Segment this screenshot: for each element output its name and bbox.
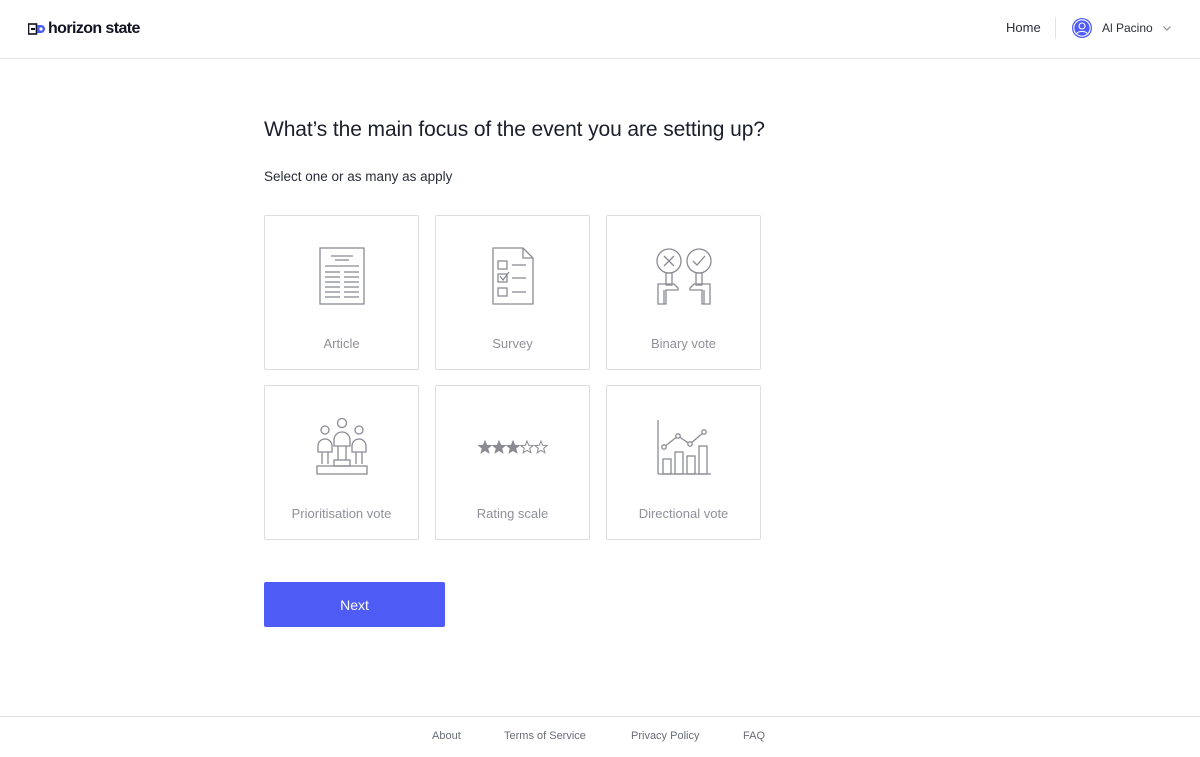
option-card-survey[interactable]: Survey — [435, 215, 590, 370]
option-label: Binary vote — [650, 336, 717, 351]
option-card-article[interactable]: Article — [264, 215, 419, 370]
footer-link-about[interactable]: About — [432, 730, 461, 742]
star-filled-icon — [505, 439, 520, 454]
next-button[interactable]: Next — [264, 582, 445, 627]
footer-link-faq[interactable]: FAQ — [743, 730, 765, 742]
option-label: Rating scale — [476, 506, 549, 521]
star-filled-icon — [477, 439, 492, 454]
star-empty-icon — [533, 439, 548, 454]
top-bar: horizon state Home Al Pacino — [0, 0, 1200, 59]
footer-link-privacy[interactable]: Privacy Policy — [631, 730, 699, 742]
horizon-state-logo-icon — [28, 23, 45, 35]
logo[interactable]: horizon state — [28, 19, 140, 39]
line-bar-chart-icon — [656, 420, 711, 475]
option-card-prioritisation-vote[interactable]: Prioritisation vote — [264, 385, 419, 540]
footer: About Terms of Service Privacy Policy FA… — [0, 716, 1200, 757]
option-label: Directional vote — [638, 506, 729, 521]
chevron-down-icon — [1162, 26, 1171, 31]
event-focus-section: What’s the main focus of the event you a… — [264, 118, 784, 184]
user-menu[interactable]: Al Pacino — [1072, 18, 1172, 38]
footer-link-terms[interactable]: Terms of Service — [504, 730, 586, 742]
option-label: Article — [323, 336, 360, 351]
option-label: Prioritisation vote — [291, 506, 392, 521]
logo-text: horizon state — [48, 20, 140, 37]
page-title: What’s the main focus of the event you a… — [264, 118, 765, 141]
user-name: Al Pacino — [1102, 21, 1153, 35]
binary-vote-icon — [655, 248, 712, 305]
option-card-rating-scale[interactable]: Rating scale — [435, 385, 590, 540]
nav-home-link[interactable]: Home — [1006, 20, 1041, 35]
article-icon — [318, 247, 365, 305]
star-rating-icon — [477, 439, 548, 454]
star-empty-icon — [519, 439, 534, 454]
option-card-binary-vote[interactable]: Binary vote — [606, 215, 761, 370]
survey-icon — [491, 247, 534, 305]
option-card-directional-vote[interactable]: Directional vote — [606, 385, 761, 540]
podium-icon — [315, 417, 368, 475]
nav-divider — [1055, 17, 1056, 39]
star-filled-icon — [491, 439, 506, 454]
page-subtitle: Select one or as many as apply — [264, 169, 453, 184]
user-avatar-icon — [1072, 18, 1092, 38]
option-label: Survey — [492, 336, 533, 351]
